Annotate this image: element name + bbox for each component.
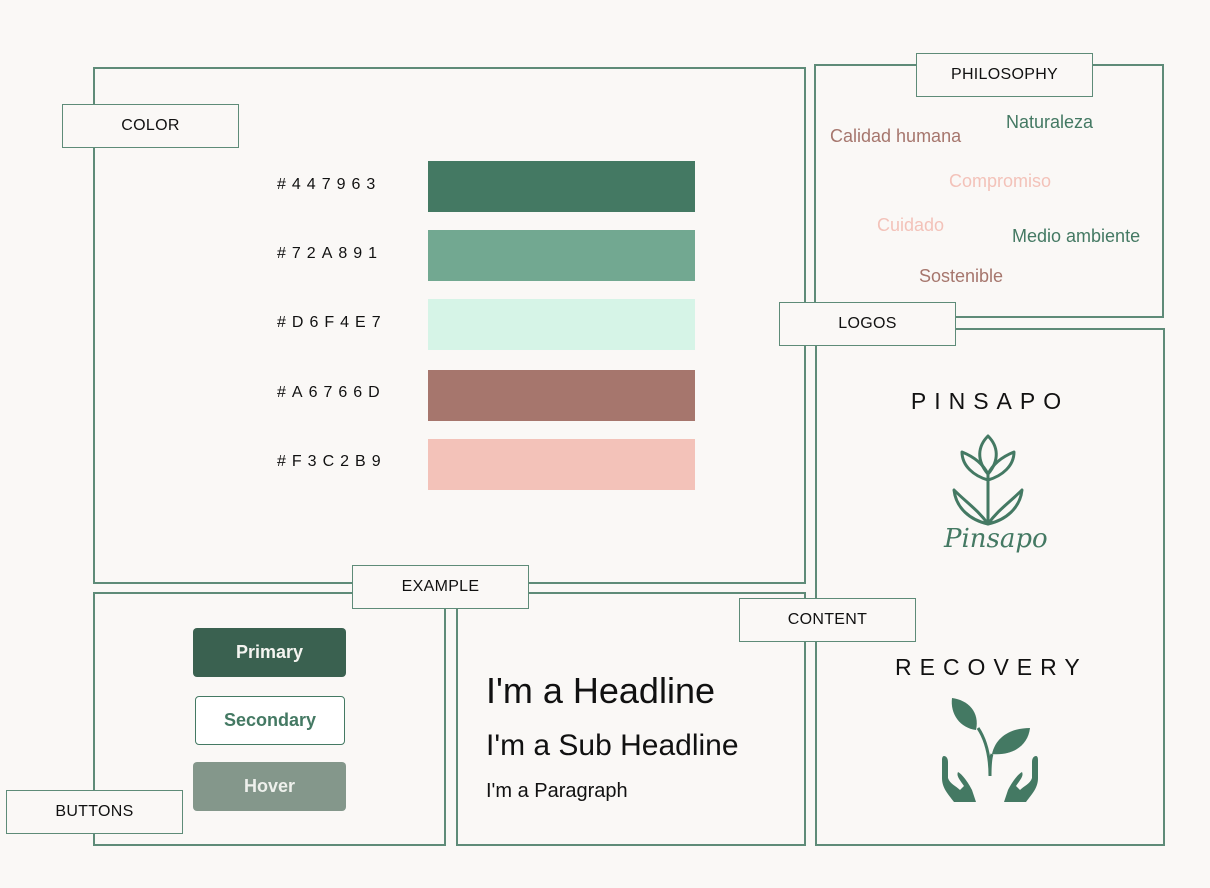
palette-swatch-1 [428,161,695,212]
recovery-plant-hands-icon [942,698,1038,802]
philosophy-word-cuidado: Cuidado [877,215,945,235]
philosophy-section-label: PHILOSOPHY [916,53,1093,97]
content-section-label: CONTENT [739,598,916,642]
buttons-section-label: BUTTONS [6,790,183,834]
philosophy-word-sostenible: Sostenible [919,266,1004,286]
palette-hex-2: #72A891 [277,245,384,262]
palette-swatch-3 [428,299,695,350]
logos-section-label: LOGOS [779,302,956,346]
secondary-button[interactable]: Secondary [195,696,345,745]
pinsapo-leaf-icon [952,434,1024,526]
philosophy-word-calidad-humana: Calidad humana [830,126,962,146]
philosophy-word-compromiso: Compromiso [949,171,1052,191]
color-section-label: COLOR [62,104,239,148]
recovery-logo-title: RECOVERY [895,654,1088,680]
hover-button[interactable]: Hover [193,762,346,811]
content-subheadline: I'm a Sub Headline [486,729,739,762]
content-headline: I'm a Headline [486,670,715,711]
palette-hex-3: #D6F4E7 [277,314,387,331]
pinsapo-logo-script: Pinsapo [944,524,1048,554]
palette-swatch-2 [428,230,695,281]
palette-hex-1: #447963 [277,176,382,193]
example-section-label: EXAMPLE [352,565,529,609]
palette-swatch-4 [428,370,695,421]
palette-hex-4: #A6766D [277,384,386,401]
palette-swatch-5 [428,439,695,490]
primary-button[interactable]: Primary [193,628,346,677]
philosophy-word-medio-ambiente: Medio ambiente [1012,226,1141,246]
pinsapo-logo-title: PINSAPO [910,388,1070,414]
content-paragraph: I'm a Paragraph [486,780,628,802]
philosophy-word-naturaleza: Naturaleza [1006,112,1094,132]
palette-hex-5: #F3C2B9 [277,453,387,470]
